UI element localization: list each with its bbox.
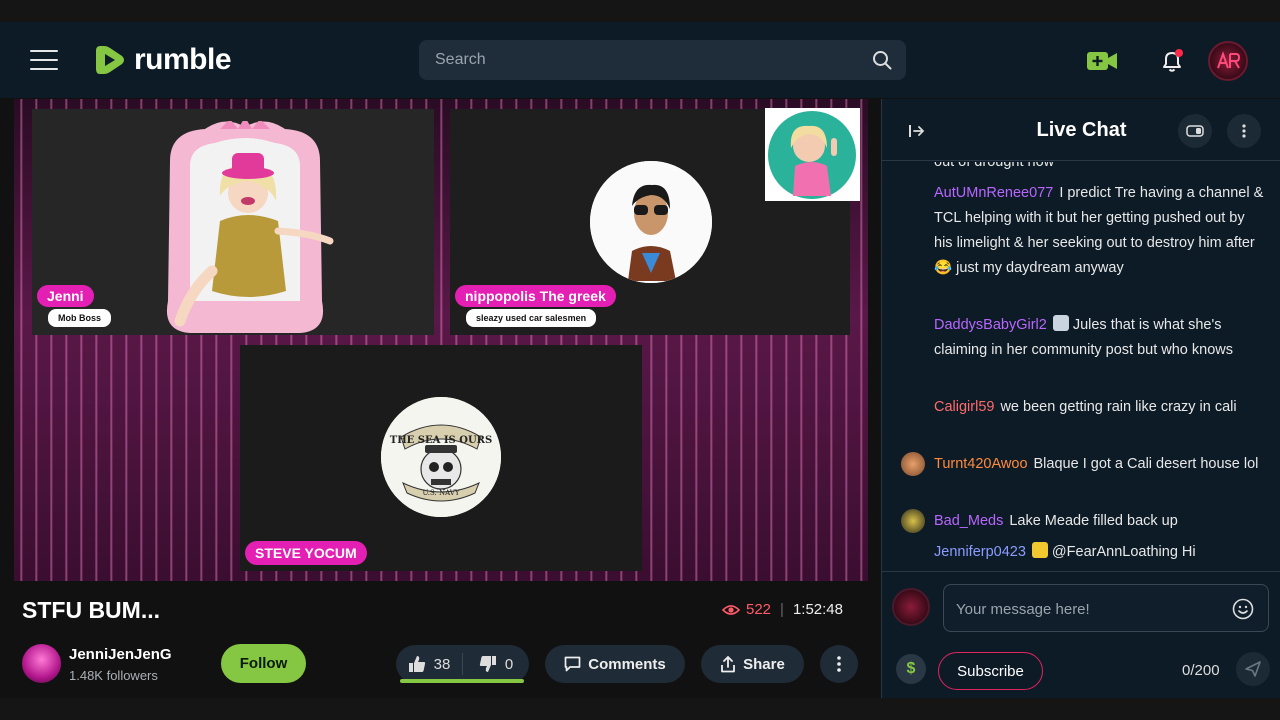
chat-message: AutUMnRenee077 I predict Tre having a cha… <box>934 181 1264 281</box>
chat-text: Lake Meade filled back up <box>1009 513 1178 529</box>
view-stats: 522 | 1:52:48 <box>722 601 843 618</box>
more-options-button[interactable] <box>820 645 858 683</box>
follow-button[interactable]: Follow <box>221 644 306 683</box>
chat-text: Blaque I got a Cali desert house lol <box>1033 456 1259 472</box>
follower-count: 1.48K followers <box>69 668 158 683</box>
app-frame: rumble Search Jenni Mob Boss nippopolis … <box>0 0 1280 720</box>
chat-display-toggle[interactable] <box>1178 114 1212 148</box>
chat-text: just my daydream anyway <box>956 260 1124 276</box>
search-input[interactable] <box>435 50 855 70</box>
chat-message-input[interactable] <box>956 599 1226 619</box>
chat-text: @FearAnnLoathing Hi <box>1051 544 1196 560</box>
throne-avatar-illustration <box>166 121 334 333</box>
rumble-play-icon <box>96 46 124 74</box>
user-avatar[interactable] <box>901 509 925 533</box>
participant-name-label: Jenni <box>37 285 94 307</box>
participant-role-label: Mob Boss <box>48 309 112 327</box>
channel-name[interactable]: JenniJenJenG <box>69 646 172 663</box>
chat-header: Live Chat <box>882 99 1280 161</box>
divider: | <box>780 601 784 618</box>
laughing-emoji: 😂 <box>934 260 953 276</box>
video-player[interactable]: Jenni Mob Boss nippopolis The greek slea… <box>14 99 868 581</box>
logo-text: rumble <box>134 43 232 76</box>
share-icon <box>721 655 736 672</box>
toggle-icon <box>1186 125 1204 137</box>
search-icon[interactable] <box>872 50 892 70</box>
go-live-camera-icon[interactable] <box>1087 51 1117 71</box>
chat-footer: $ Subscribe 0/200 <box>882 644 1280 698</box>
participant-name-label: STEVE YOCUM <box>245 541 367 565</box>
chat-username[interactable]: Jenniferp0423 <box>934 544 1026 560</box>
chat-message: DaddysBabyGirl2 Jules that is what she's … <box>934 313 1264 363</box>
participant-photo <box>590 161 712 283</box>
badge-subtext: U.S. NAVY <box>423 489 460 497</box>
thumbs-down-icon <box>479 656 496 672</box>
rumble-logo[interactable]: rumble <box>94 42 232 78</box>
share-button[interactable]: Share <box>701 645 804 683</box>
participant-tile-jenni: Jenni Mob Boss <box>32 109 434 335</box>
char-counter: 0/200 <box>1182 662 1220 679</box>
search-bar[interactable] <box>419 40 906 80</box>
channel-avatar[interactable] <box>22 644 61 683</box>
rant-button[interactable]: $ <box>896 654 926 684</box>
vertical-dots-icon <box>1242 124 1246 138</box>
send-icon <box>1245 661 1261 677</box>
chat-username[interactable]: AutUMnRenee077 <box>934 185 1053 201</box>
like-ratio-bar <box>400 679 524 683</box>
comment-icon <box>564 656 581 672</box>
hamburger-menu-icon[interactable] <box>30 50 58 72</box>
comments-button[interactable]: Comments <box>545 645 685 683</box>
chat-message-partial: out of drought now <box>934 162 1055 170</box>
chat-text: we been getting rain like crazy in cali <box>1000 399 1237 415</box>
top-letterbox <box>0 0 1280 22</box>
participant-name-label: nippopolis The greek <box>455 285 616 307</box>
chat-compose <box>882 571 1280 643</box>
emoji-picker-icon[interactable] <box>1232 598 1254 620</box>
chat-username[interactable]: DaddysBabyGirl2 <box>934 317 1047 333</box>
thumbs-up-icon <box>408 656 425 672</box>
avatar-monogram-icon <box>1217 51 1241 69</box>
vote-buttons: 38 0 <box>396 645 529 683</box>
navy-badge-image: THE SEA IS OURS U.S. NAVY <box>381 397 501 517</box>
top-navbar: rumble <box>0 22 1280 98</box>
user-avatar[interactable] <box>1208 41 1248 81</box>
chat-message: Caligirl59 we been getting rain like craz… <box>934 395 1264 420</box>
participant-role-label: sleazy used car salesmen <box>466 309 597 327</box>
my-avatar <box>892 588 930 626</box>
share-label: Share <box>743 655 785 673</box>
stream-duration: 1:52:48 <box>792 601 843 618</box>
like-count: 38 <box>433 655 451 673</box>
eye-icon <box>722 604 740 615</box>
chat-username[interactable]: Turnt420Awoo <box>934 456 1028 472</box>
chat-username[interactable]: Bad_Meds <box>934 513 1003 529</box>
badge-emoji-icon <box>1031 542 1048 558</box>
viewer-count: 522 <box>746 601 772 618</box>
subscribe-button[interactable]: Subscribe <box>938 652 1043 690</box>
like-button[interactable]: 38 <box>396 645 462 683</box>
chat-username[interactable]: Caligirl59 <box>934 399 994 415</box>
chat-title: Live Chat <box>1036 119 1127 141</box>
live-chat-panel: Live Chat out of drought now AutUMnRenee… <box>881 99 1280 698</box>
chat-message: Turnt420Awoo Blaque I got a Cali desert h… <box>934 452 1264 477</box>
video-title: STFU BUM... <box>22 597 160 623</box>
dislike-count: 0 <box>504 655 514 673</box>
chat-message: Bad_Meds Lake Meade filled back up <box>934 509 1264 534</box>
participant-tile-steve: THE SEA IS OURS U.S. NAVY STEVE YOCUM <box>240 345 642 571</box>
dislike-button[interactable]: 0 <box>463 645 529 683</box>
bottom-letterbox <box>0 698 1280 720</box>
badge-emoji-icon <box>1052 315 1069 331</box>
user-avatar[interactable] <box>901 452 925 476</box>
vertical-dots-icon <box>837 656 841 672</box>
sticker-image <box>765 108 860 201</box>
chat-message: Jenniferp0423 @FearAnnLoathing Hi <box>934 540 1264 565</box>
chat-options-button[interactable] <box>1227 114 1261 148</box>
comments-label: Comments <box>588 655 666 673</box>
notification-bell-icon[interactable] <box>1159 48 1185 74</box>
send-button[interactable] <box>1236 652 1270 686</box>
badge-text: THE SEA IS OURS <box>390 435 492 446</box>
chat-input-box[interactable] <box>943 584 1269 632</box>
chat-messages[interactable]: out of drought now AutUMnRenee077 I predi… <box>882 162 1280 570</box>
